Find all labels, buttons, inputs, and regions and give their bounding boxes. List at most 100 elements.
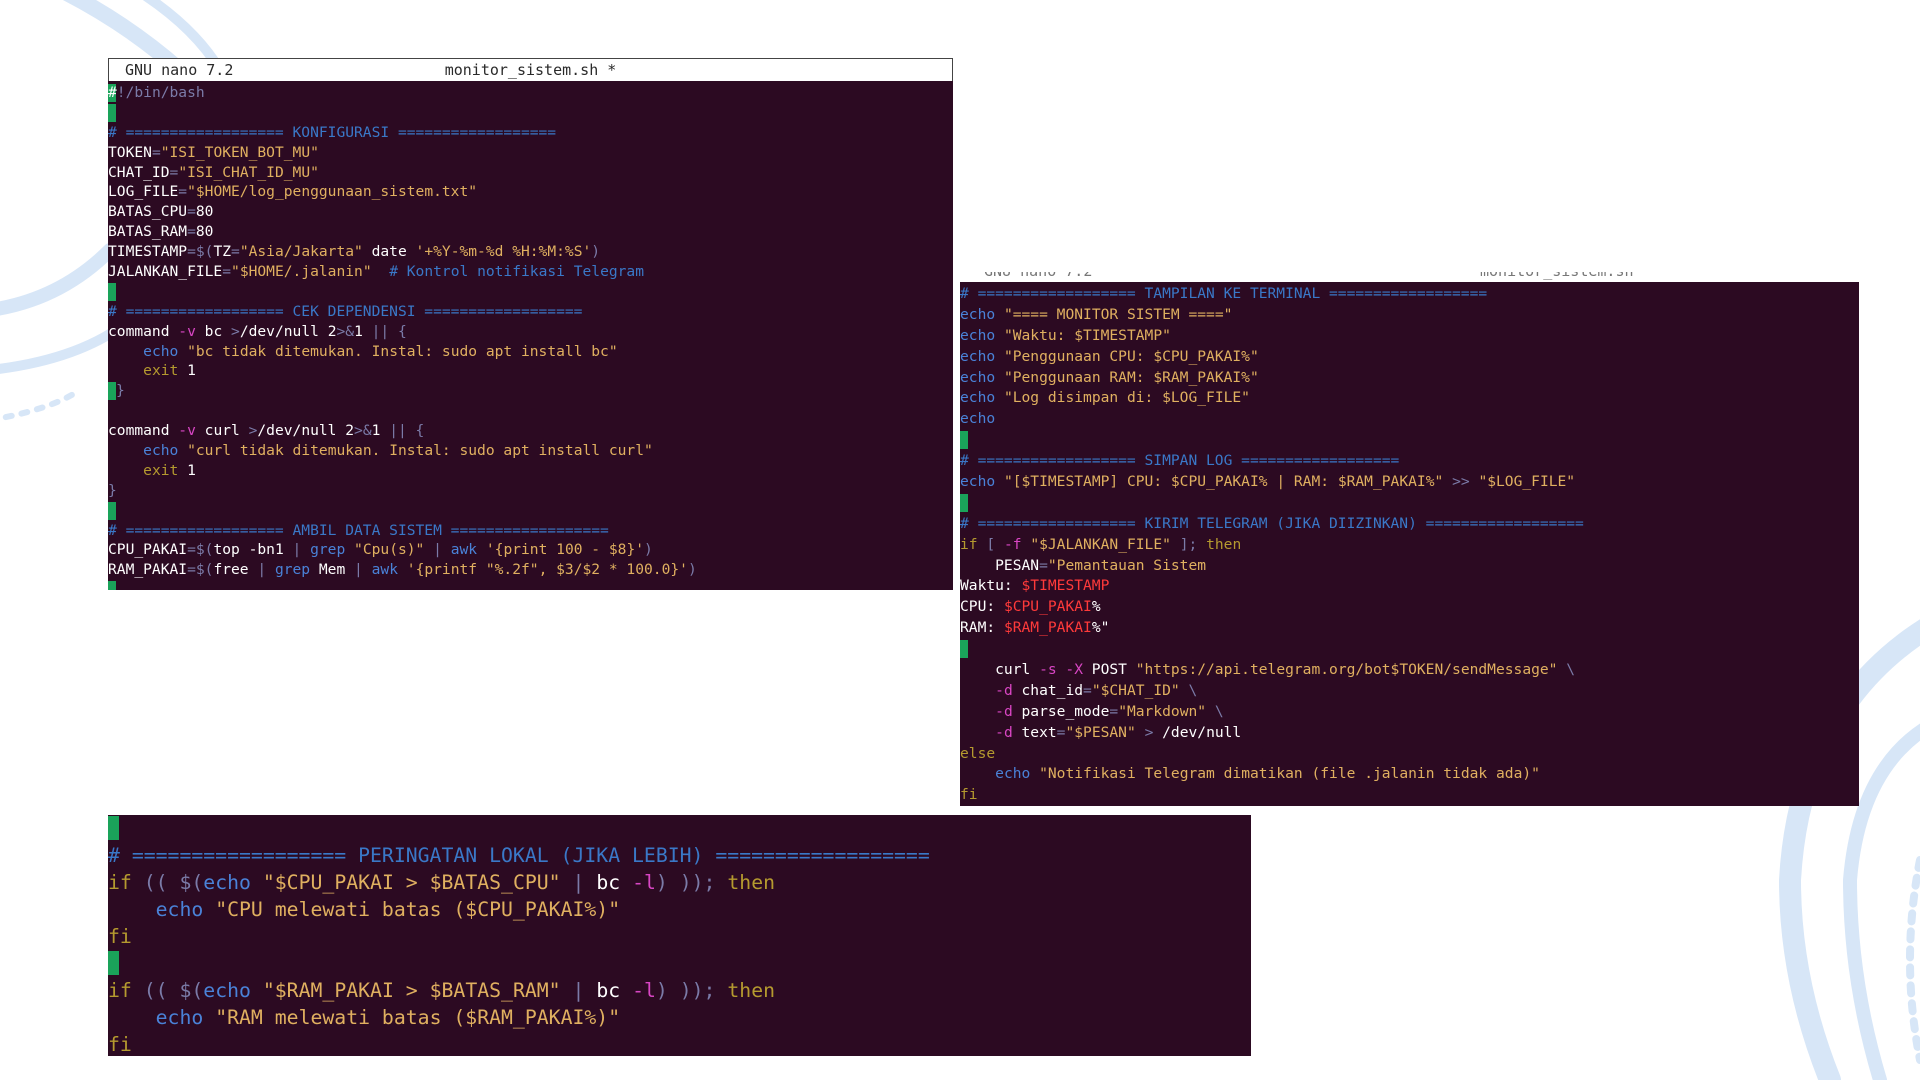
code-line[interactable]: TOKEN="ISI_TOKEN_BOT_MU" <box>108 143 953 163</box>
code-token: =$( <box>187 561 214 579</box>
nano-editor-window-top-left[interactable]: GNU nano 7.2 monitor_sistem.sh * #!/bin/… <box>108 58 953 590</box>
code-line[interactable]: CHAT_ID="ISI_CHAT_ID_MU" <box>108 163 953 183</box>
code-line[interactable]: -d parse_mode="Markdown" \ <box>960 702 1859 723</box>
code-line[interactable] <box>960 639 1859 660</box>
code-line[interactable] <box>108 501 953 521</box>
code-token: "RAM melewati batas ($RAM_PAKAI%)" <box>215 1006 621 1029</box>
code-token: then <box>727 871 776 894</box>
code-token: = <box>231 243 240 261</box>
code-line[interactable]: CPU_PAKAI=$(top -bn1 | grep "Cpu(s)" | a… <box>108 540 953 560</box>
code-line[interactable] <box>108 103 953 123</box>
code-token: CPU_PAKAI <box>108 541 188 559</box>
code-token: > <box>231 322 240 340</box>
code-line[interactable]: if (( $(echo "$RAM_PAKAI > $BATAS_RAM" |… <box>108 977 1251 1004</box>
code-token: | <box>257 561 275 579</box>
code-token: RAM: <box>960 619 1004 637</box>
code-line[interactable]: fi <box>960 785 1859 806</box>
code-line[interactable] <box>960 493 1859 514</box>
code-line[interactable]: echo <box>960 409 1859 430</box>
code-line[interactable]: echo "Log disimpan di: $LOG_FILE" <box>960 388 1859 409</box>
code-token: -l <box>632 979 656 1002</box>
code-token: echo <box>143 442 179 460</box>
code-line[interactable]: # ================== KIRIM TELEGRAM (JIK… <box>960 514 1859 535</box>
code-line[interactable]: -d chat_id="$CHAT_ID" \ <box>960 681 1859 702</box>
code-line[interactable]: # ================== TAMPILAN KE TERMINA… <box>960 284 1859 305</box>
code-line[interactable]: if [ -f "$JALANKAN_FILE" ]; then <box>960 535 1859 556</box>
code-line[interactable]: if (( $(echo "$CPU_PAKAI > $BATAS_CPU" |… <box>108 869 1251 896</box>
code-token: bc <box>584 979 633 1002</box>
code-token: "$HOME/.jalanin" <box>231 263 372 281</box>
code-line[interactable]: exit 1 <box>108 461 953 481</box>
code-line[interactable]: echo "curl tidak ditemukan. Instal: sudo… <box>108 441 953 461</box>
code-line[interactable]: CPU: $CPU_PAKAI% <box>960 597 1859 618</box>
code-line[interactable]: exit 1 <box>108 361 953 381</box>
code-line[interactable]: LOG_FILE="$HOME/log_penggunaan_sistem.tx… <box>108 182 953 202</box>
code-token: # ================== TAMPILAN KE TERMINA… <box>960 285 1488 302</box>
code-line[interactable] <box>960 430 1859 451</box>
code-line[interactable]: echo "CPU melewati batas ($CPU_PAKAI%)" <box>108 896 1251 923</box>
code-line[interactable]: Waktu: $TIMESTAMP <box>960 576 1859 597</box>
code-line[interactable]: fi <box>108 923 1251 950</box>
code-token: \ <box>1188 681 1198 699</box>
code-line[interactable]: BATAS_CPU=80 <box>108 202 953 222</box>
code-line[interactable]: } <box>108 381 953 401</box>
nano-editor-window-bottom[interactable]: # ================== PERINGATAN LOKAL (J… <box>108 815 1251 1056</box>
code-line[interactable]: echo "==== MONITOR SISTEM ====" <box>960 305 1859 326</box>
code-line[interactable]: echo "Notifikasi Telegram dimatikan (fil… <box>960 764 1859 785</box>
code-line[interactable]: echo "Penggunaan CPU: $CPU_PAKAI%" <box>960 347 1859 368</box>
code-line[interactable]: command -v bc >/dev/null 2>&1 || { <box>108 322 953 342</box>
code-line[interactable]: # ================== AMBIL DATA SISTEM =… <box>108 521 953 541</box>
code-line[interactable]: echo "[$TIMESTAMP] CPU: $CPU_PAKAI% | RA… <box>960 472 1859 493</box>
code-token: curl <box>960 661 1040 679</box>
code-line[interactable]: JALANKAN_FILE="$HOME/.jalanin" # Kontrol… <box>108 262 953 282</box>
code-token: | <box>292 541 311 559</box>
code-token: fi <box>108 1033 132 1056</box>
nano-editor-window-right[interactable]: # ================== TAMPILAN KE TERMINA… <box>960 274 1859 806</box>
code-line[interactable] <box>108 401 953 421</box>
code-token: "$JALANKAN_FILE" <box>1030 535 1171 553</box>
code-area[interactable]: # ================== PERINGATAN LOKAL (J… <box>108 815 1251 1056</box>
code-line[interactable] <box>108 282 953 302</box>
code-line[interactable]: # ================== KONFIGURASI =======… <box>108 123 953 143</box>
code-line[interactable]: command -v curl >/dev/null 2>&1 || { <box>108 421 953 441</box>
code-line[interactable] <box>108 950 1251 977</box>
code-line[interactable]: # ================== CEK DEPENDENSI ====… <box>108 302 953 322</box>
code-token: "$PESAN" <box>1065 723 1136 741</box>
code-line[interactable]: echo "Waktu: $TIMESTAMP" <box>960 326 1859 347</box>
code-line[interactable]: RAM: $RAM_PAKAI%" <box>960 618 1859 639</box>
code-token: =$( <box>187 541 214 559</box>
code-token: "curl tidak ditemukan. Instal: sudo apt … <box>187 442 653 460</box>
code-token: /dev/null 2 <box>239 322 337 340</box>
line-marker-block <box>108 382 116 401</box>
code-line[interactable]: # ================== SIMPAN LOG ========… <box>960 451 1859 472</box>
code-line[interactable]: echo "RAM melewati batas ($RAM_PAKAI%)" <box>108 1004 1251 1031</box>
code-line[interactable]: BATAS_RAM=80 <box>108 222 953 242</box>
code-line[interactable]: } <box>108 481 953 501</box>
code-token: 1 <box>178 362 196 380</box>
code-line[interactable]: -d text="$PESAN" > /dev/null <box>960 723 1859 744</box>
code-line[interactable]: fi <box>108 1031 1251 1056</box>
code-token: awk <box>450 541 478 559</box>
code-token: | <box>433 541 451 559</box>
code-area[interactable]: #!/bin/bash # ================== KONFIGUR… <box>108 81 953 590</box>
code-line[interactable]: else <box>960 744 1859 765</box>
code-line[interactable]: curl -s -X POST "https://api.telegram.or… <box>960 660 1859 681</box>
code-line[interactable]: #!/bin/bash <box>108 83 953 103</box>
code-line[interactable]: RAM_PAKAI=$(free | grep Mem | awk '{prin… <box>108 560 953 580</box>
code-line[interactable]: PESAN="Pemantauan Sistem <box>960 556 1859 577</box>
code-token: "ISI_CHAT_ID_MU" <box>178 163 319 181</box>
code-token: = <box>151 143 161 161</box>
code-line[interactable]: # ================== PERINGATAN LOKAL (J… <box>108 842 1251 869</box>
code-line[interactable]: TIMESTAMP=$(TZ="Asia/Jakarta" date '+%Y-… <box>108 242 953 262</box>
code-token: exit <box>143 362 179 380</box>
code-line[interactable] <box>108 580 953 590</box>
code-area[interactable]: # ================== TAMPILAN KE TERMINA… <box>960 274 1859 806</box>
code-line[interactable] <box>108 815 1251 842</box>
code-line[interactable]: echo "Penggunaan RAM: $RAM_PAKAI%" <box>960 368 1859 389</box>
code-token: bc <box>584 871 633 894</box>
code-line[interactable]: echo "bc tidak ditemukan. Instal: sudo a… <box>108 342 953 362</box>
